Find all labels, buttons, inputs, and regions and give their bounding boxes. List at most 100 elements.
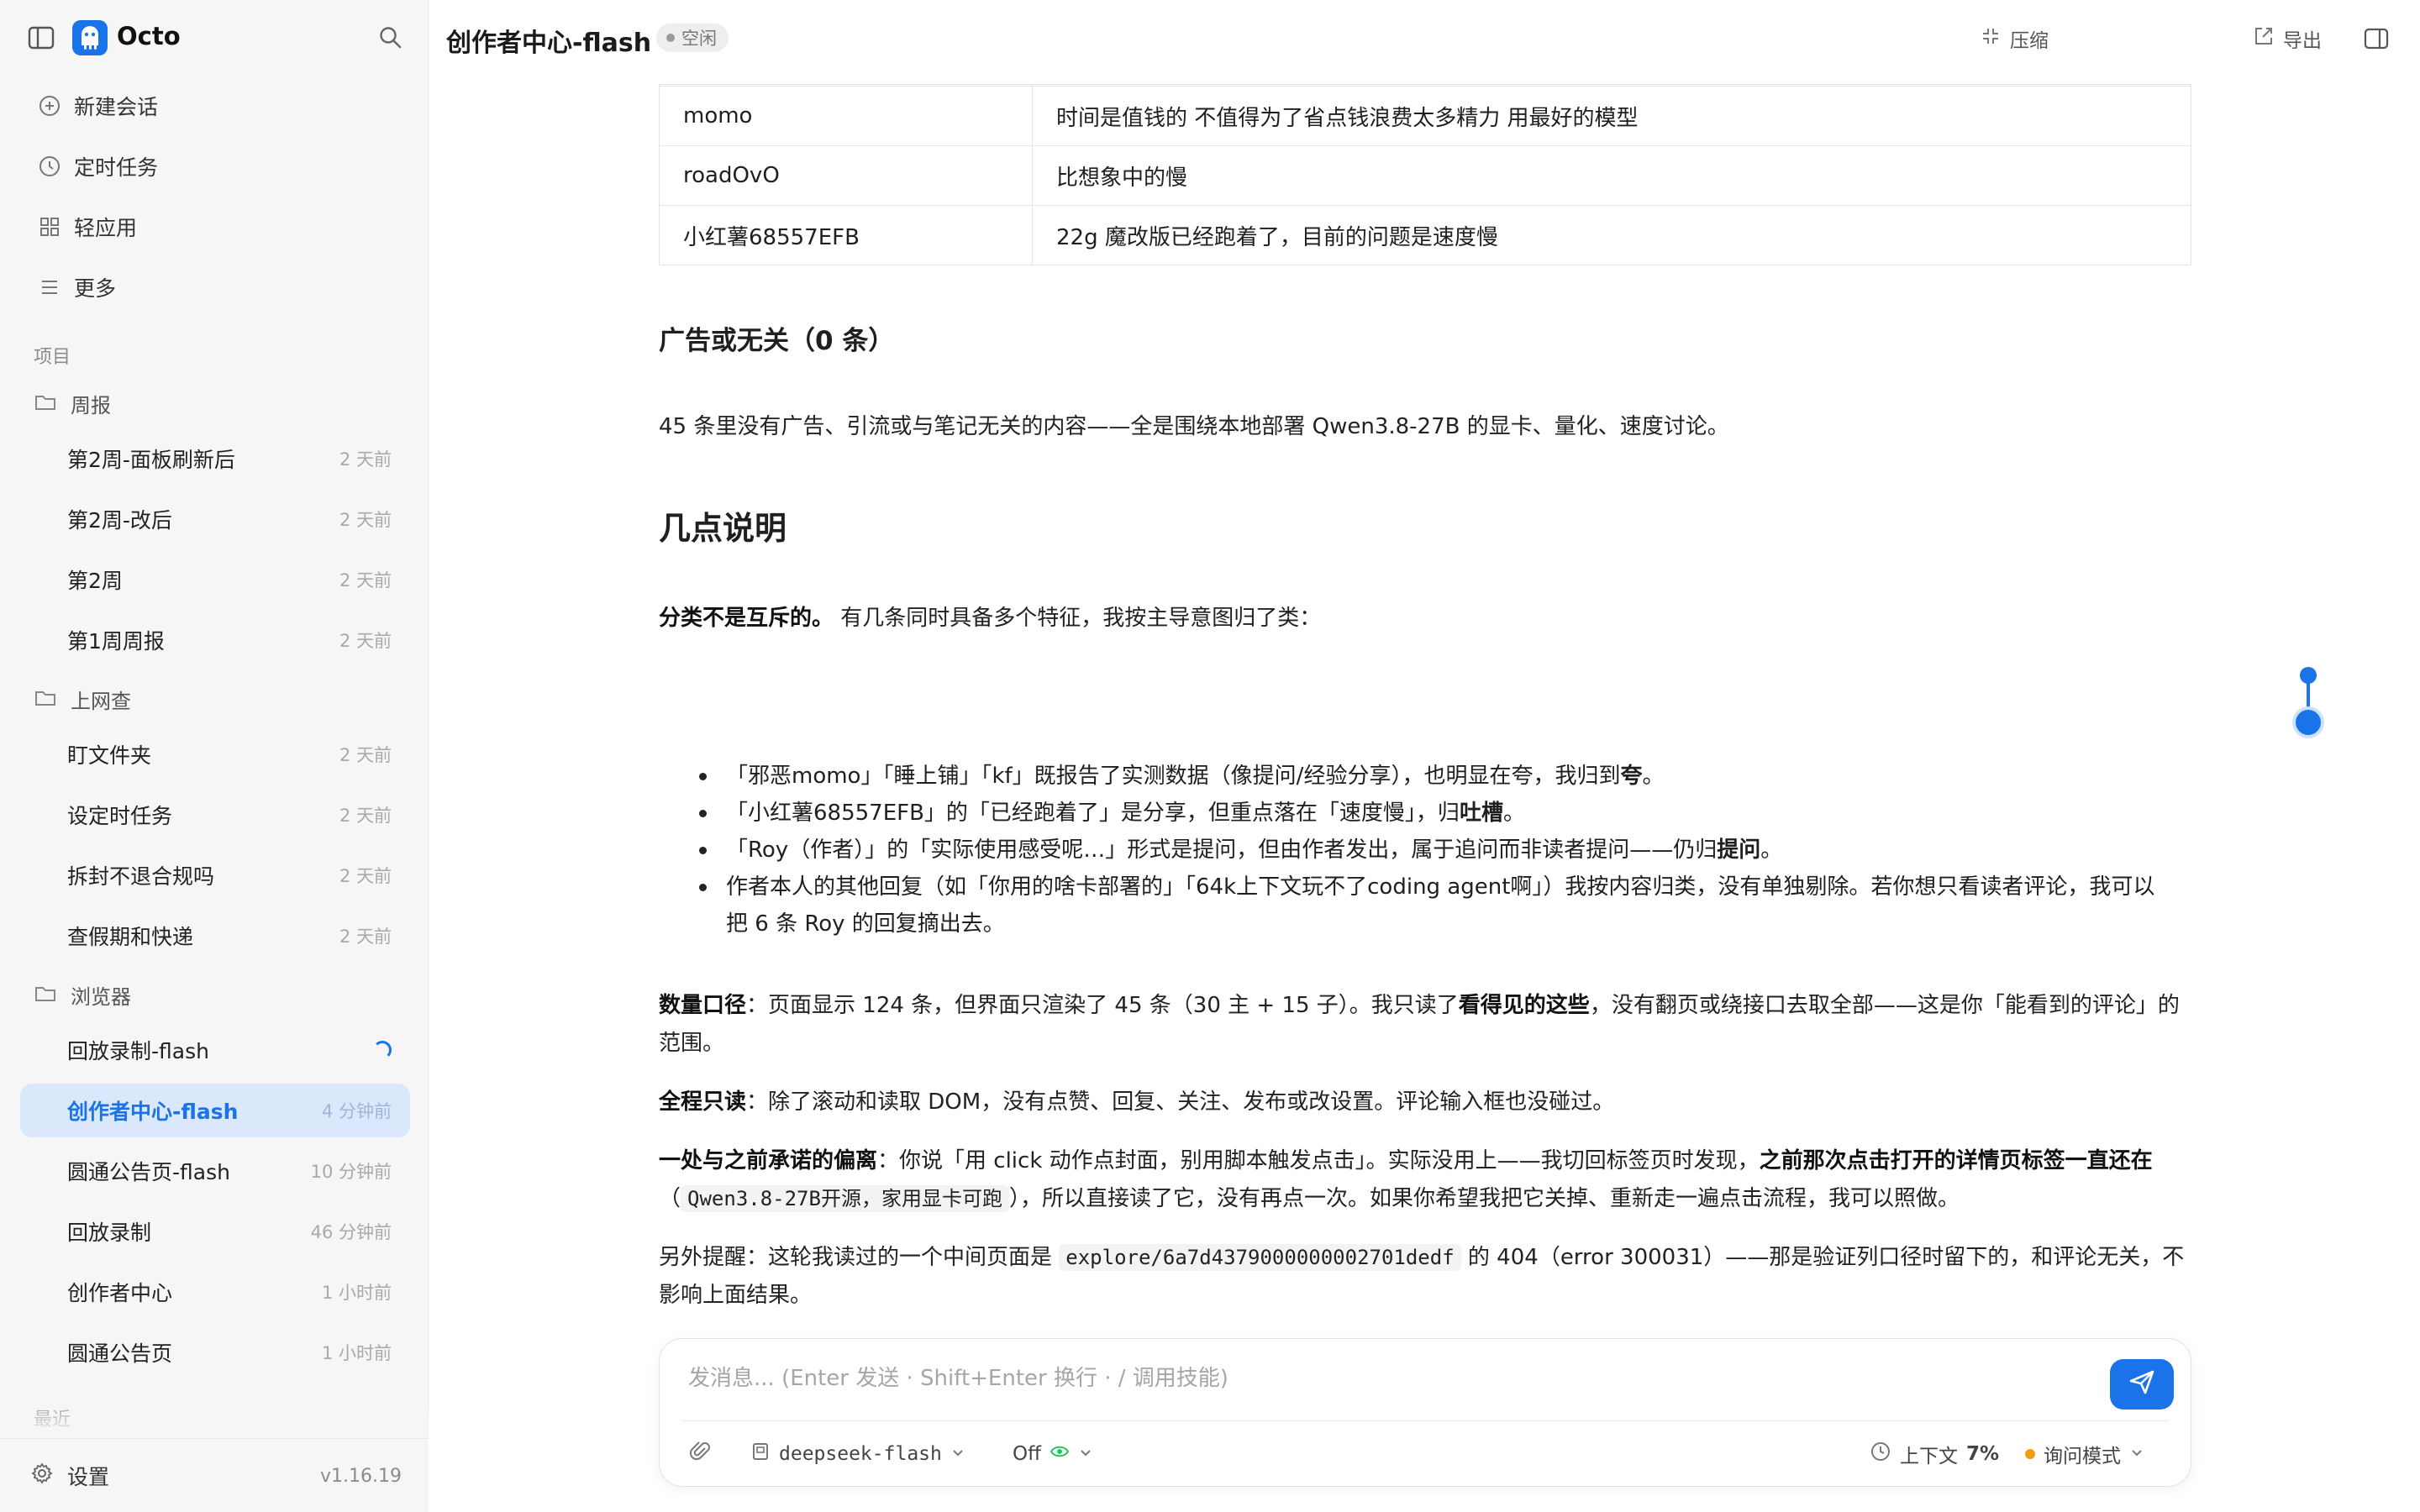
session-item[interactable]: 查假期和快递 2 天前 (20, 909, 410, 963)
sidebar-header: Octo (0, 0, 429, 76)
session-time: 1 小时前 (321, 1283, 392, 1303)
session-time: 2 天前 (339, 631, 392, 651)
nav-new-session[interactable]: 新建会话 (20, 81, 408, 130)
paragraph-count-scope: 数量口径：页面显示 124 条，但界面只渲染了 45 条（30 主 + 15 子… (659, 987, 2191, 1063)
session-item[interactable]: 第2周-改后 2 天前 (20, 492, 410, 546)
status-badge: 空闲 (656, 24, 729, 52)
session-item[interactable]: 创作者中心 1 小时前 (20, 1265, 410, 1319)
paragraph-deviation: 一处与之前承诺的偏离：你说「用 click 动作点封面，别用脚本触发点击」。实际… (659, 1142, 2191, 1218)
scroll-marker[interactable] (2300, 667, 2317, 684)
session-item[interactable]: 第2周 2 天前 (20, 553, 410, 606)
session-time: 1 小时前 (321, 1343, 392, 1363)
sidebar-toggle-icon[interactable] (27, 24, 55, 52)
clock-icon (1870, 1441, 1891, 1467)
text: ：页面显示 124 条，但界面只渲染了 45 条（30 主 + 15 子）。我只… (746, 993, 1459, 1018)
folder-icon (34, 981, 67, 1008)
context-label: 上下文 (1900, 1446, 1958, 1467)
session-item[interactable]: 回放录制-flash (20, 1023, 410, 1077)
export-button[interactable]: 导出 (2253, 22, 2322, 55)
right-panel-toggle-icon[interactable] (2363, 22, 2390, 55)
eye-icon (1050, 1441, 1070, 1467)
session-item[interactable]: 设定时任务 2 天前 (20, 788, 410, 842)
project-group-web-search[interactable]: 上网查 (34, 682, 131, 716)
mode-label: 询问模式 (2044, 1446, 2121, 1467)
session-time: 2 天前 (339, 806, 392, 826)
nav-label: 定时任务 (74, 155, 159, 180)
thinking-toggle[interactable]: Off (1013, 1436, 1093, 1473)
session-title: 回放录制 (67, 1221, 152, 1245)
session-item[interactable]: 回放录制 46 分钟前 (20, 1205, 410, 1258)
text: ：除了滚动和读取 DOM，没有点赞、回复、关注、发布或改设置。评论输入框也没碰过… (746, 1089, 1615, 1115)
nav-more[interactable]: 更多 (20, 263, 408, 312)
table-cell-user: 小红薯68557EFB (659, 205, 1033, 265)
session-item[interactable]: 圆通公告页 1 小时前 (20, 1326, 410, 1379)
context-value: 7% (1966, 1443, 2000, 1465)
gear-icon (30, 1462, 54, 1490)
session-title: 第2周 (67, 569, 123, 593)
project-group-weekly[interactable]: 周报 (34, 386, 111, 420)
chevron-down-icon (1078, 1443, 1093, 1465)
session-item[interactable]: 圆通公告页-flash 10 分钟前 (20, 1144, 410, 1198)
search-icon[interactable] (376, 24, 405, 52)
chevron-down-icon (2129, 1443, 2144, 1465)
table-cell-comment: 比想象中的慢 (1032, 145, 2191, 206)
table-row: roadOvO 比想象中的慢 (659, 145, 2191, 206)
list-item: 「Roy（作者）」的「实际使用感受呢…」形式是提问，但由作者发出，属于追问而非读… (659, 832, 2191, 869)
mode-selector[interactable]: 询问模式 (2025, 1436, 2144, 1473)
session-item[interactable]: 盯文件夹 2 天前 (20, 727, 410, 781)
group-name: 浏览器 (71, 984, 131, 1009)
group-name: 上网查 (71, 689, 131, 713)
status-dot-icon (666, 34, 675, 42)
nav-light-apps[interactable]: 轻应用 (20, 202, 408, 251)
text: 另外提醒：这轮我读过的一个中间页面是 (659, 1245, 1053, 1270)
session-item-active[interactable]: 创作者中心-flash 4 分钟前 (20, 1084, 410, 1137)
session-item[interactable]: 第1周周报 2 天前 (20, 613, 410, 667)
nav-label: 轻应用 (74, 216, 138, 240)
send-icon (2128, 1368, 2156, 1402)
octo-logo-icon (72, 20, 108, 55)
bold-text: 看得见的这些 (1458, 993, 1590, 1018)
text: 「邪恶momo」「睡上铺」「kf」既报告了实测数据（像提问/经验分享），也明显在… (726, 764, 1621, 789)
session-title: 圆通公告页-flash (67, 1160, 230, 1184)
context-usage[interactable]: 上下文 7% (1870, 1436, 1999, 1473)
session-time: 2 天前 (339, 745, 392, 765)
attach-button[interactable] (689, 1436, 712, 1473)
text: （ (659, 1186, 681, 1211)
session-item[interactable]: 第2周-面板刷新后 2 天前 (20, 432, 410, 486)
paragraph-classification: 分类不是互斥的。 有几条同时具备多个特征，我按主导意图归了类： (659, 600, 2191, 638)
inline-code: explore/6a7d4379000000002701dedf (1059, 1244, 1461, 1271)
inline-code: Qwen3.8-27B开源，家用显卡可跑 (681, 1185, 1009, 1212)
compress-button[interactable]: 压缩 (1980, 22, 2049, 55)
session-time: 2 天前 (339, 510, 392, 530)
scroll-handle[interactable] (2296, 710, 2321, 735)
plus-circle-icon (20, 81, 74, 130)
message-input[interactable] (688, 1357, 2066, 1399)
table-cell-comment: 时间是值钱的 不值得为了省点钱浪费太多精力 用最好的模型 (1032, 86, 2191, 146)
session-title: 设定时任务 (67, 804, 173, 828)
session-item[interactable]: 拆封不退合规吗 2 天前 (20, 848, 410, 902)
text: 「小红薯68557EFB」的「已经跑着了」是分享，但重点落在「速度慢」，归 (726, 801, 1460, 826)
list-item: 「小红薯68557EFB」的「已经跑着了」是分享，但重点落在「速度慢」，归吐槽。 (659, 795, 2191, 832)
paperclip-icon (689, 1441, 712, 1467)
session-title: 拆封不退合规吗 (67, 864, 215, 889)
model-selector[interactable]: deepseek-flash (750, 1436, 965, 1473)
comments-table: momo 时间是值钱的 不值得为了省点钱浪费太多精力 用最好的模型 roadOv… (659, 84, 2191, 265)
bold-text: 分类不是互斥的。 (659, 606, 834, 631)
bold-text: 提问 (1717, 837, 1761, 863)
bold-text: 数量口径 (659, 993, 747, 1018)
menu-icon (20, 263, 74, 312)
settings-button[interactable]: 设置 (30, 1457, 109, 1494)
sidebar-fade (0, 1394, 429, 1436)
chat-title: 创作者中心-flash (446, 29, 652, 58)
send-button[interactable] (2110, 1359, 2174, 1410)
paragraph-read-only: 全程只读：除了滚动和读取 DOM，没有点赞、回复、关注、发布或改设置。评论输入框… (659, 1084, 2191, 1121)
export-label: 导出 (2283, 30, 2322, 52)
text: 有几条同时具备多个特征，我按主导意图归了类： (840, 606, 1322, 631)
clock-icon (20, 142, 74, 191)
session-time: 46 分钟前 (310, 1222, 392, 1242)
compress-icon (1980, 25, 2002, 52)
project-group-browser[interactable]: 浏览器 (34, 978, 131, 1011)
bullet-list: 「邪恶momo」「睡上铺」「kf」既报告了实测数据（像提问/经验分享），也明显在… (659, 758, 2191, 942)
bold-text: 之前那次点击打开的详情页标签一直还在 (1759, 1148, 2153, 1173)
nav-scheduled-tasks[interactable]: 定时任务 (20, 142, 408, 191)
